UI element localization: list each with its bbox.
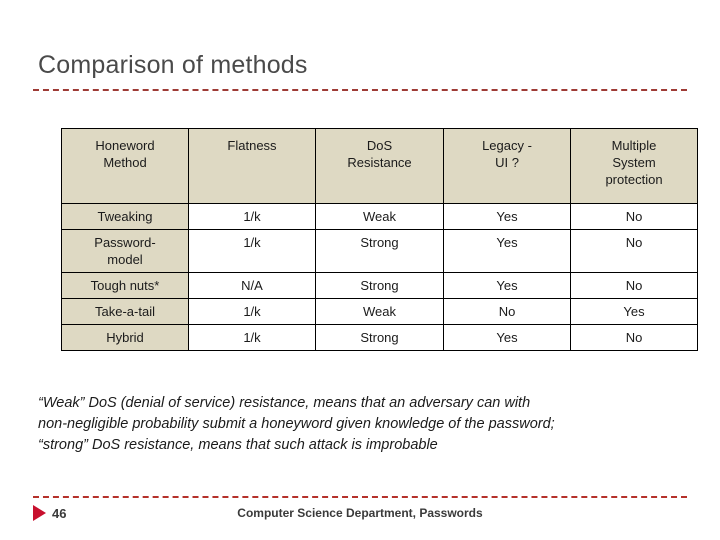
table-header: Honeword Method Flatness DoS Resistance … — [61, 128, 698, 204]
cell-method: Tweaking — [61, 203, 189, 230]
cell-multiple-system: No — [570, 324, 698, 351]
method-line: Hybrid — [106, 330, 144, 345]
cell-legacy-ui: Yes — [443, 203, 571, 230]
table-row: Hybrid 1/k Strong Yes No — [61, 324, 698, 351]
method-line: model — [107, 252, 143, 267]
cell-flatness: 1/k — [188, 298, 316, 325]
footer-text: Computer Science Department, Passwords — [237, 506, 483, 520]
title-divider — [33, 89, 687, 91]
cell-multiple-system: No — [570, 229, 698, 273]
table-row: Tweaking 1/k Weak Yes No — [61, 203, 698, 230]
cell-method: Password- model — [61, 229, 189, 273]
header-line: Honeword — [95, 138, 155, 153]
footer-divider — [33, 496, 687, 498]
method-line: Tough nuts* — [90, 278, 160, 293]
header-line: UI ? — [495, 155, 519, 170]
header-line: Resistance — [347, 155, 412, 170]
cell-method: Hybrid — [61, 324, 189, 351]
column-header-legacy-ui: Legacy - UI ? — [443, 128, 571, 204]
method-line: Tweaking — [97, 209, 153, 224]
cell-legacy-ui: Yes — [443, 229, 571, 273]
cell-dos-resistance: Weak — [315, 203, 444, 230]
cell-dos-resistance: Strong — [315, 229, 444, 273]
column-header-honeyword-method: Honeword Method — [61, 128, 189, 204]
cell-method: Tough nuts* — [61, 272, 189, 299]
header-line: Flatness — [227, 138, 277, 153]
cell-multiple-system: Yes — [570, 298, 698, 325]
table-row: Password- model 1/k Strong Yes No — [61, 229, 698, 273]
footnote-line: “strong” DoS resistance, means that such… — [38, 437, 438, 453]
cell-legacy-ui: Yes — [443, 272, 571, 299]
footnote-line: “Weak” DoS (denial of service) resistanc… — [38, 395, 531, 411]
cell-multiple-system: No — [570, 203, 698, 230]
column-header-flatness: Flatness — [188, 128, 316, 204]
header-line: Legacy - — [482, 138, 532, 153]
cell-legacy-ui: Yes — [443, 324, 571, 351]
comparison-table: Honeword Method Flatness DoS Resistance … — [61, 128, 698, 351]
cell-flatness: N/A — [188, 272, 316, 299]
header-line: Multiple — [611, 138, 657, 153]
column-header-dos-resistance: DoS Resistance — [315, 128, 444, 204]
cell-method: Take-a-tail — [61, 298, 189, 325]
header-line: protection — [605, 172, 663, 187]
table-body: Tweaking 1/k Weak Yes No Password- model… — [61, 203, 698, 351]
cell-dos-resistance: Strong — [315, 324, 444, 351]
cell-flatness: 1/k — [188, 324, 316, 351]
table-header-row: Honeword Method Flatness DoS Resistance … — [61, 128, 698, 204]
cell-flatness: 1/k — [188, 203, 316, 230]
cell-flatness: 1/k — [188, 229, 316, 273]
header-line: System — [612, 155, 656, 170]
cell-dos-resistance: Weak — [315, 298, 444, 325]
table-row: Take-a-tail 1/k Weak No Yes — [61, 298, 698, 325]
page-title: Comparison of methods — [38, 51, 308, 79]
cell-dos-resistance: Strong — [315, 272, 444, 299]
method-line: Take-a-tail — [95, 304, 155, 319]
method-line: Password- — [94, 235, 156, 250]
table-row: Tough nuts* N/A Strong Yes No — [61, 272, 698, 299]
cell-legacy-ui: No — [443, 298, 571, 325]
cell-multiple-system: No — [570, 272, 698, 299]
footnote: “Weak” DoS (denial of service) resistanc… — [38, 393, 663, 456]
footnote-line: non-negligible probability submit a hone… — [38, 416, 555, 432]
column-header-multiple-system-protection: Multiple System protection — [570, 128, 698, 204]
header-line: Method — [103, 155, 147, 170]
header-line: DoS — [366, 138, 393, 153]
